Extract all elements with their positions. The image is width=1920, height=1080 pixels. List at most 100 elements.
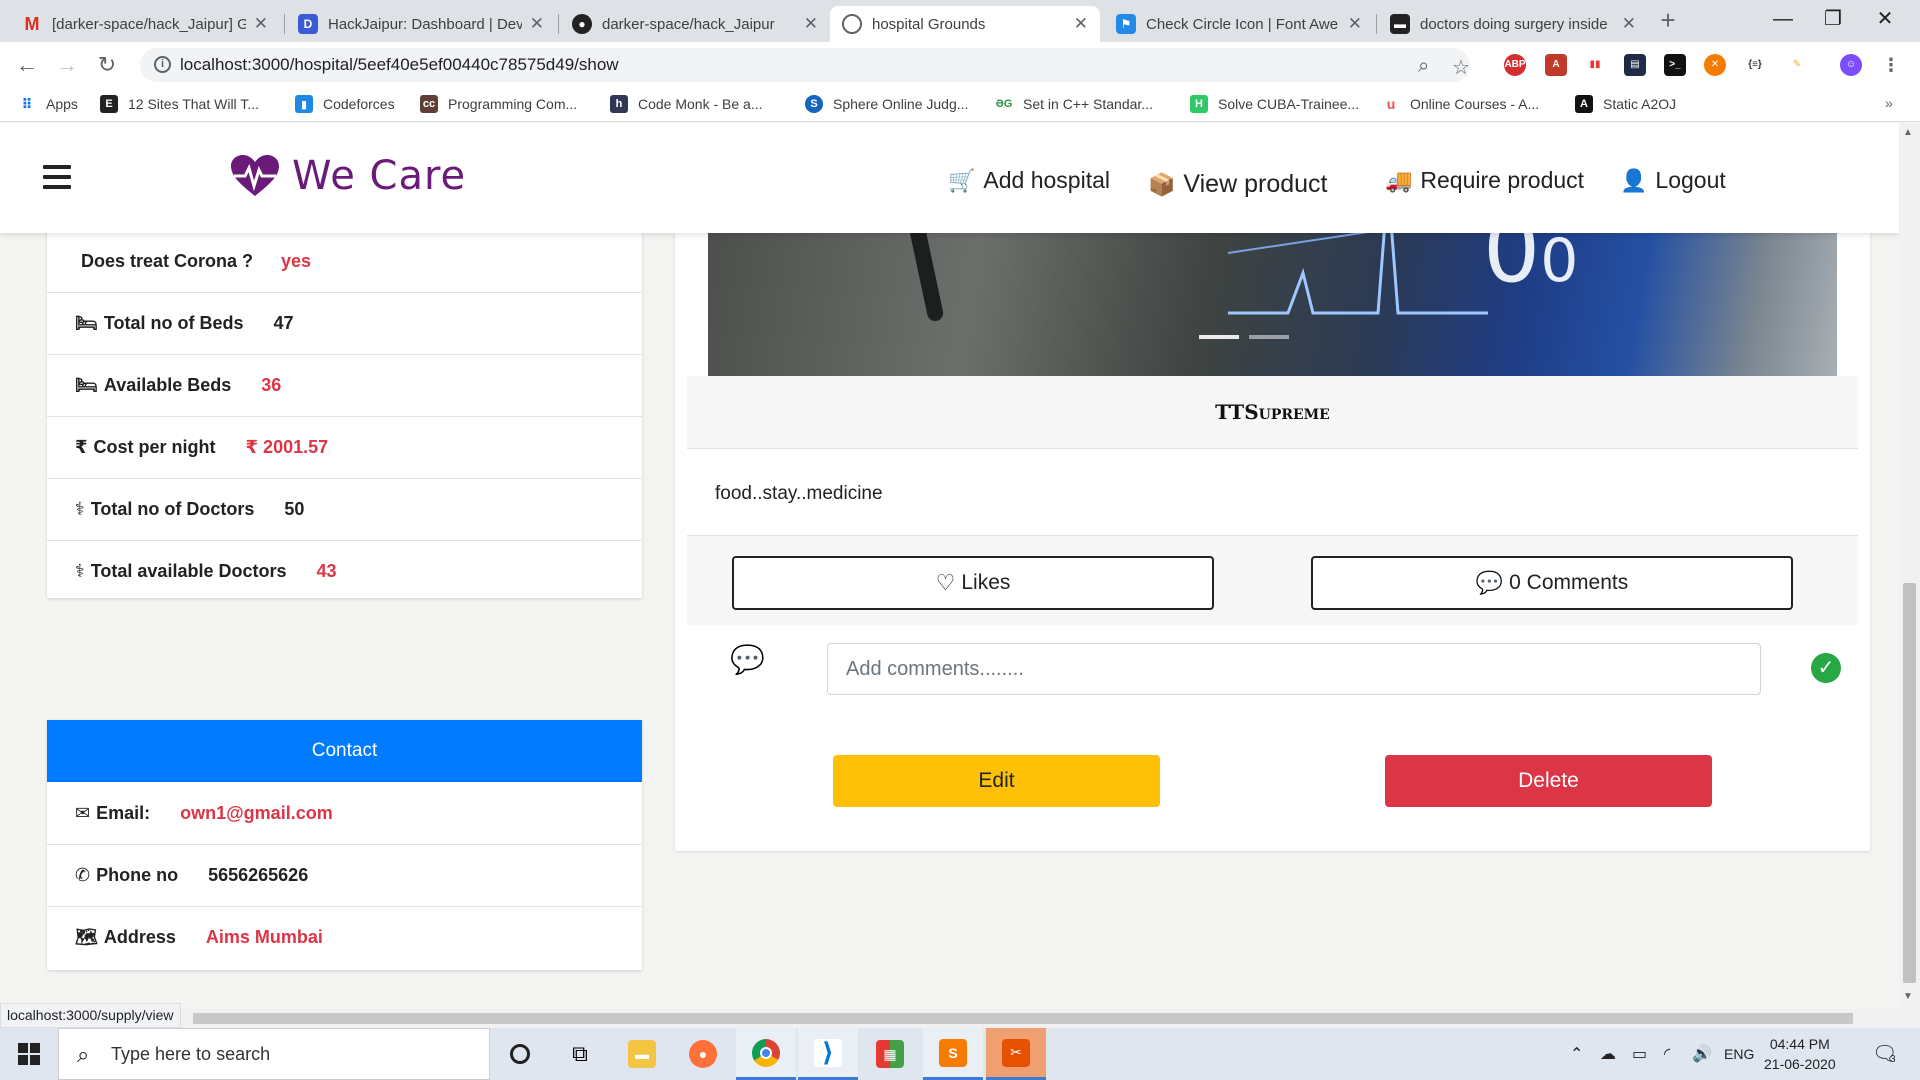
status-url: localhost:3000/supply/view: [0, 1003, 181, 1028]
unsplash-icon: ▬: [1390, 14, 1410, 34]
forward-button[interactable]: →: [52, 50, 82, 80]
carousel-indicator-active[interactable]: [1199, 335, 1239, 339]
info-icon[interactable]: i: [154, 56, 171, 73]
chevron-up-icon[interactable]: ⌃: [1570, 1044, 1583, 1064]
wifi-icon[interactable]: ◜: [1664, 1044, 1670, 1064]
adblock-icon[interactable]: ABP: [1504, 54, 1526, 76]
bookmark-spoj[interactable]: S Sphere Online Judg...: [805, 95, 968, 113]
close-tab-icon[interactable]: ✕: [1074, 14, 1088, 34]
sublime-text-icon[interactable]: S: [923, 1028, 983, 1080]
user-icon: 👤: [1620, 167, 1648, 193]
info-row-total-doctors: ⚕ Total no of Doctors 50: [47, 478, 642, 540]
close-tab-icon[interactable]: ✕: [1348, 14, 1362, 34]
snip-tool-icon[interactable]: ✂: [986, 1028, 1046, 1080]
back-button[interactable]: ←: [12, 50, 42, 80]
address-bar[interactable]: i localhost:3000/hospital/5eef40e5ef0044…: [140, 48, 1470, 82]
app-icon[interactable]: ▦: [860, 1028, 920, 1080]
tab-github[interactable]: ● darker-space/hack_Jaipur ✕: [560, 6, 830, 42]
contact-row-email: ✉ Email: own1@gmail.com: [75, 802, 333, 824]
bookmark-a2oj[interactable]: A Static A2OJ: [1575, 95, 1676, 113]
vscode-icon[interactable]: ⟩: [798, 1028, 858, 1080]
bookmarks-overflow-icon[interactable]: »: [1885, 95, 1893, 111]
comments-icon: 💬: [1475, 570, 1504, 595]
scroll-up-icon[interactable]: ▲: [1903, 127, 1913, 138]
taskbar-search[interactable]: ⌕ Type here to search: [58, 1028, 490, 1080]
volume-icon[interactable]: 🔊: [1692, 1044, 1712, 1064]
close-tab-icon[interactable]: ✕: [804, 14, 818, 34]
notification-count: 3: [1890, 1054, 1896, 1065]
extension-icon[interactable]: ✕: [1704, 54, 1726, 76]
tab-hospital-grounds[interactable]: hospital Grounds ✕: [830, 6, 1100, 42]
close-window-button[interactable]: ✕: [1862, 2, 1908, 36]
new-tab-button[interactable]: +: [1653, 6, 1683, 36]
firefox-icon[interactable]: ●: [673, 1028, 733, 1080]
bookmark-code-monk[interactable]: h Code Monk - Be a...: [610, 95, 763, 113]
delete-button[interactable]: Delete: [1385, 755, 1712, 807]
bookmark-cuba[interactable]: H Solve CUBA-Trainee...: [1190, 95, 1359, 113]
carousel-indicator[interactable]: [1249, 335, 1289, 339]
extension-icon[interactable]: ✎: [1786, 54, 1808, 76]
file-explorer-icon[interactable]: ▬: [612, 1028, 672, 1080]
edit-button[interactable]: Edit: [833, 755, 1160, 807]
vertical-scrollbar[interactable]: ▲ ▼: [1899, 123, 1920, 1009]
restore-button[interactable]: ❐: [1810, 2, 1856, 36]
close-tab-icon[interactable]: ✕: [530, 14, 544, 34]
minimize-button[interactable]: —: [1760, 2, 1806, 36]
tab-unsplash[interactable]: ▬ doctors doing surgery inside ✕: [1378, 6, 1648, 42]
bookmark-star-icon[interactable]: ☆: [1452, 55, 1470, 80]
tab-devpost[interactable]: D HackJaipur: Dashboard | Dev ✕: [286, 6, 556, 42]
windows-start-icon[interactable]: [18, 1043, 40, 1065]
hackerrank-icon: H: [1190, 95, 1208, 113]
zoom-icon[interactable]: ⌕: [1418, 55, 1429, 78]
bookmark-apps[interactable]: ⠿ Apps: [18, 95, 78, 113]
bookmark-codeforces[interactable]: ▮ Codeforces: [295, 95, 395, 113]
scroll-down-icon[interactable]: ▼: [1903, 991, 1913, 1002]
comment-input[interactable]: [827, 643, 1761, 695]
cortana-icon[interactable]: [490, 1028, 550, 1080]
language-indicator[interactable]: ENG: [1724, 1046, 1754, 1062]
check-circle-icon[interactable]: ✓: [1811, 653, 1841, 683]
envelope-open-icon: ✉: [75, 802, 91, 823]
bookmark-gfg[interactable]: ƏG Set in C++ Standar...: [995, 95, 1153, 113]
close-tab-icon[interactable]: ✕: [1622, 14, 1636, 34]
close-tab-icon[interactable]: ✕: [254, 14, 268, 34]
comments-button[interactable]: 💬 0 Comments: [1311, 556, 1793, 610]
battery-icon[interactable]: ▭: [1632, 1044, 1647, 1064]
e-icon: E: [100, 95, 118, 113]
reload-button[interactable]: ↻: [92, 50, 122, 80]
avatar[interactable]: ☺: [1840, 54, 1862, 76]
nav-view-product[interactable]: 📦 View product: [1148, 170, 1327, 199]
extension-icon[interactable]: ▮▮: [1584, 54, 1606, 76]
heartbeat-icon: [231, 155, 279, 196]
nav-require-product[interactable]: 🚚 Require product: [1385, 167, 1584, 194]
bookmark-online-courses[interactable]: u Online Courses - A...: [1382, 95, 1539, 113]
truck-icon: 🚚: [1385, 167, 1413, 193]
bookmark-12-sites[interactable]: E 12 Sites That Will T...: [100, 95, 259, 113]
brand-logo[interactable]: We Care: [230, 153, 466, 199]
bookmark-programming[interactable]: cc Programming Com...: [420, 95, 577, 113]
hamburger-menu-icon[interactable]: [43, 165, 71, 189]
bed-icon: 🛏: [75, 313, 98, 333]
nav-add-hospital[interactable]: 🛒 Add hospital: [948, 167, 1110, 194]
menu-icon[interactable]: ⋮: [1880, 54, 1902, 76]
nav-logout[interactable]: 👤 Logout: [1620, 167, 1726, 194]
github-icon: ●: [572, 14, 592, 34]
horizontal-scrollbar[interactable]: [0, 1009, 1920, 1028]
json-viewer-icon[interactable]: {≡}: [1744, 54, 1766, 76]
email-link[interactable]: own1@gmail.com: [180, 803, 333, 824]
extension-icon[interactable]: ▤: [1624, 54, 1646, 76]
task-view-icon[interactable]: ⧉: [550, 1028, 610, 1080]
info-row-total-beds: 🛏 Total no of Beds 47: [47, 292, 642, 354]
pdf-icon[interactable]: A: [1545, 54, 1567, 76]
likes-button[interactable]: ♡ Likes: [732, 556, 1214, 610]
gfg-icon: ƏG: [995, 98, 1013, 110]
onedrive-icon[interactable]: ☁: [1600, 1044, 1616, 1064]
chrome-icon[interactable]: [736, 1028, 796, 1080]
tab-fontawesome[interactable]: ⚑ Check Circle Icon | Font Awe ✕: [1104, 6, 1374, 42]
scrollbar-thumb[interactable]: [193, 1013, 1853, 1024]
scrollbar-thumb[interactable]: [1903, 583, 1916, 983]
system-clock[interactable]: 04:44 PM 21-06-2020: [1764, 1034, 1836, 1074]
tab-gmail[interactable]: M [darker-space/hack_Jaipur] G ✕: [10, 6, 280, 42]
terminal-icon[interactable]: >_: [1664, 54, 1686, 76]
browser-toolbar: ← → ↻ i localhost:3000/hospital/5eef40e5…: [0, 42, 1920, 88]
